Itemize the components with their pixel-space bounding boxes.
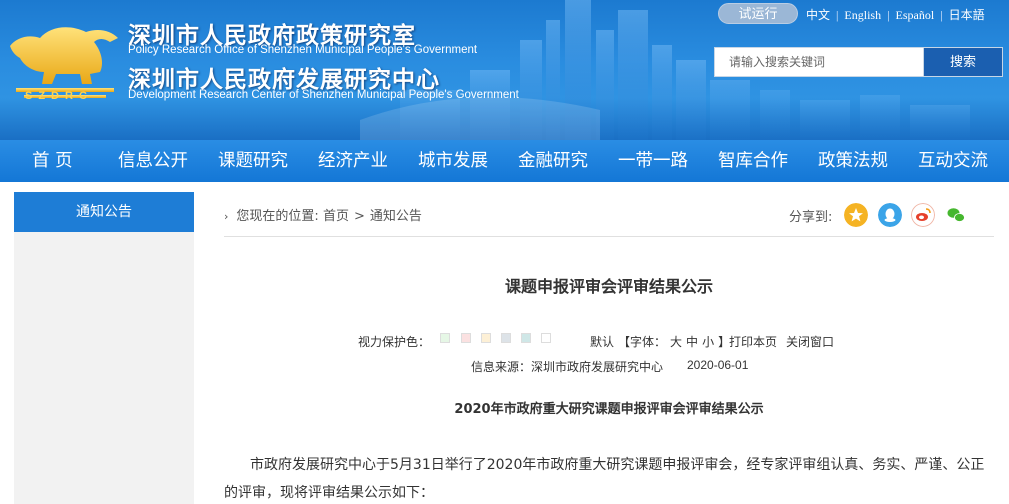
org-name-policy-office-en: Policy Research Office of Shenzhen Munic… xyxy=(128,44,478,56)
main-nav: 首 页 信息公开 课题研究 经济产业 城市发展 金融研究 一带一路 智库合作 政… xyxy=(0,140,1009,182)
breadcrumb-prefix: 您现在的位置: xyxy=(236,209,319,224)
font-label: 【字体： xyxy=(618,335,667,349)
breadcrumb-home-link[interactable]: 首页 xyxy=(323,209,349,224)
eye-color-swatch-gray[interactable] xyxy=(501,333,511,343)
source-label: 信息来源： xyxy=(471,360,532,374)
lang-english-link[interactable]: English xyxy=(844,8,881,22)
nav-item-urban-development[interactable]: 城市发展 xyxy=(418,140,488,182)
search-input[interactable]: 请输入搜索关键词 xyxy=(714,47,924,77)
share-label: 分享到: xyxy=(789,210,833,225)
nav-item-policy-regulations[interactable]: 政策法规 xyxy=(818,140,888,182)
nav-item-think-tank[interactable]: 智库合作 xyxy=(718,140,788,182)
nav-item-info-disclosure[interactable]: 信息公开 xyxy=(118,140,188,182)
org-name-research-center-en: Development Research Center of Shenzhen … xyxy=(128,89,519,101)
nav-item-topic-research[interactable]: 课题研究 xyxy=(218,140,288,182)
lang-separator: | xyxy=(836,8,839,22)
nav-item-interaction[interactable]: 互动交流 xyxy=(918,140,988,182)
sidebar-item-notices[interactable]: 通知公告 xyxy=(14,192,194,232)
weibo-icon[interactable] xyxy=(911,203,935,227)
eye-color-swatch-white[interactable] xyxy=(541,333,551,343)
font-size-controls: 默认 【字体：大中小】 xyxy=(588,333,732,350)
close-window-button[interactable]: 关闭窗口 xyxy=(786,333,834,350)
language-switcher: 中文 | English | Español | 日本語 xyxy=(806,6,985,23)
breadcrumb-divider xyxy=(224,236,994,237)
eye-color-swatch-yellow[interactable] xyxy=(481,333,491,343)
lang-separator: | xyxy=(940,8,943,22)
article-subtitle: 2020年市政府重大研究课题申报评审会评审结果公示 xyxy=(454,402,764,417)
article-title: 课题申报评审会评审结果公示 xyxy=(504,277,713,296)
qzone-icon[interactable] xyxy=(844,203,868,227)
article-paragraph-line-1: 市政府发展研究中心于5月31日举行了2020年市政府重大研究课题申报评审会，经专… xyxy=(250,457,985,473)
lang-separator: | xyxy=(887,8,890,22)
article-paragraph-line-2: 的评审，现将评审结果公示如下： xyxy=(224,485,434,501)
font-small-button[interactable]: 小 xyxy=(702,335,714,349)
publish-date: 2020-06-01 xyxy=(687,358,749,372)
sidebar xyxy=(14,192,194,504)
nav-item-home[interactable]: 首 页 xyxy=(32,140,73,182)
font-medium-button[interactable]: 中 xyxy=(686,335,698,349)
nav-item-economy-industry[interactable]: 经济产业 xyxy=(318,140,388,182)
lang-japanese-link[interactable]: 日本語 xyxy=(949,8,985,22)
breadcrumb-notices-link[interactable]: 通知公告 xyxy=(370,209,422,224)
font-default-button[interactable]: 默认 xyxy=(590,335,614,349)
eye-protect-label: 视力保护色： xyxy=(358,335,431,349)
logo-text: SZDRC xyxy=(25,90,93,102)
wechat-icon[interactable] xyxy=(944,203,968,227)
breadcrumb: › 您现在的位置: 首页 > 通知公告 xyxy=(224,205,422,224)
nav-item-finance-research[interactable]: 金融研究 xyxy=(518,140,588,182)
eye-color-swatch-green[interactable] xyxy=(440,333,450,343)
source-value: 深圳市政府发展研究中心 xyxy=(531,360,664,374)
eye-color-swatch-teal[interactable] xyxy=(521,333,531,343)
eye-color-swatch-pink[interactable] xyxy=(461,333,471,343)
qq-icon[interactable] xyxy=(878,203,902,227)
article-source: 信息来源：深圳市政府发展研究中心 xyxy=(471,358,663,375)
print-page-button[interactable]: 打印本页 xyxy=(729,333,777,350)
lang-chinese-link[interactable]: 中文 xyxy=(806,8,830,22)
breadcrumb-separator: > xyxy=(353,209,365,224)
font-large-button[interactable]: 大 xyxy=(670,335,682,349)
nav-item-belt-and-road[interactable]: 一带一路 xyxy=(618,140,688,182)
search-button[interactable]: 搜索 xyxy=(923,47,1003,77)
chevron-right-icon: › xyxy=(224,210,229,223)
trial-run-button[interactable]: 试运行 xyxy=(718,3,798,24)
lang-spanish-link[interactable]: Español xyxy=(896,8,935,22)
site-header: SZDRC 深圳市人民政府政策研究室 Policy Research Offic… xyxy=(0,0,1009,140)
